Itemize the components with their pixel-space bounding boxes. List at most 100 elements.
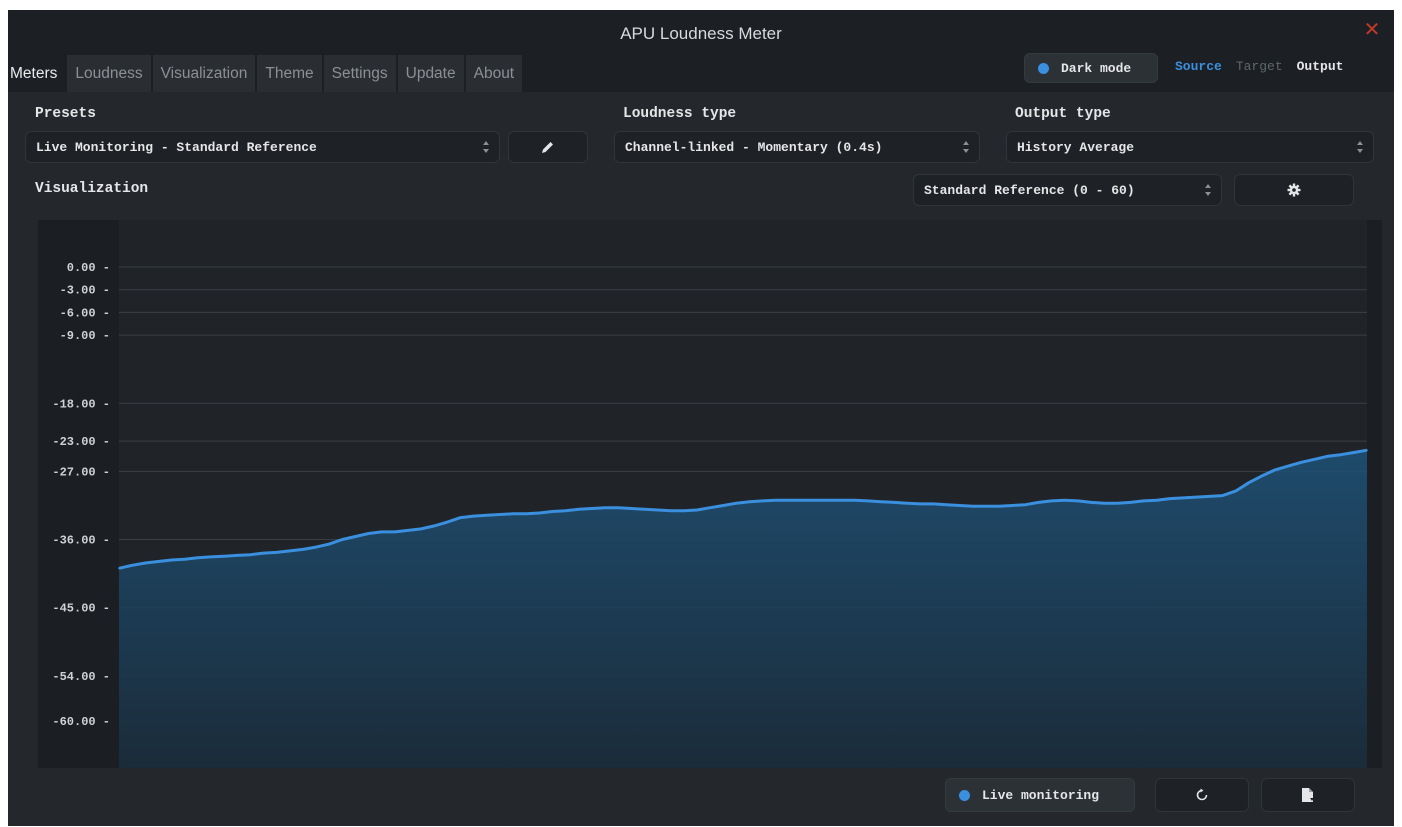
live-monitoring-indicator-icon (959, 789, 970, 801)
data-point (538, 512, 541, 514)
data-point (433, 525, 436, 527)
data-point (656, 509, 659, 511)
y-tick-label: -45.00 - (52, 602, 110, 616)
data-point (1037, 501, 1040, 504)
data-point (1142, 500, 1145, 502)
data-point (210, 556, 212, 558)
data-point (630, 507, 633, 510)
data-point (709, 506, 711, 509)
export-button[interactable] (1261, 778, 1355, 812)
y-tick-label: -23.00 - (52, 435, 110, 449)
close-icon[interactable]: ✕ (1362, 20, 1382, 40)
loudness-type-value: Channel-linked - Momentary (0.4s) (625, 139, 883, 155)
live-monitoring-label: Live monitoring (982, 787, 1100, 803)
select-arrows-icon (1357, 141, 1363, 153)
data-point (867, 500, 869, 502)
data-point (1326, 455, 1329, 458)
data-point (367, 532, 370, 535)
select-arrows-icon (1205, 184, 1211, 196)
data-point (1300, 461, 1303, 464)
data-point (801, 499, 803, 502)
y-tick-label: 0.00 - (67, 261, 110, 275)
data-point (275, 551, 278, 554)
y-tick-label: -9.00 - (60, 329, 110, 343)
data-point (1024, 503, 1027, 506)
data-point (696, 509, 698, 511)
tab-update[interactable]: Update (397, 55, 464, 92)
data-point (1116, 502, 1119, 505)
data-point (880, 500, 882, 503)
data-point (669, 510, 672, 512)
data-point (289, 550, 291, 552)
data-point (1313, 458, 1316, 461)
data-point (827, 499, 830, 502)
data-point (788, 499, 790, 502)
data-point (1011, 504, 1014, 507)
visualization-settings-button[interactable] (1234, 174, 1354, 206)
data-point (394, 531, 396, 533)
data-point (1339, 453, 1342, 456)
app-window: APU Loudness Meter ✕ Meters Loudness Vis… (8, 10, 1394, 826)
view-mode-target[interactable]: Target (1236, 59, 1283, 74)
data-point (144, 562, 147, 564)
data-point (499, 513, 501, 516)
tab-settings[interactable]: Settings (323, 55, 396, 92)
output-type-label: Output type (1015, 106, 1111, 122)
data-point (683, 510, 685, 512)
data-point (170, 559, 173, 561)
data-point (1195, 496, 1197, 498)
data-point (249, 553, 252, 556)
data-point (972, 505, 974, 508)
tab-loudness[interactable]: Loudness (67, 55, 151, 92)
data-point (932, 503, 935, 505)
visualization-label: Visualization (35, 181, 149, 197)
data-point (985, 505, 987, 508)
dark-mode-toggle[interactable]: Dark mode (1024, 53, 1158, 83)
data-point (604, 506, 606, 509)
view-mode-output[interactable]: Output (1297, 59, 1344, 74)
data-point (1353, 451, 1355, 454)
data-point (118, 567, 120, 570)
chart-svg: 0.00 - -3.00 - -6.00 - -9.00 - -18.00 - -23.0… (52, 220, 1368, 768)
data-point (1261, 475, 1263, 477)
data-point (893, 501, 895, 504)
data-point (486, 514, 488, 517)
data-point (197, 556, 199, 559)
loudness-type-select[interactable]: Channel-linked - Momentary (0.4s) (614, 131, 980, 163)
y-tick-label: -6.00 - (60, 306, 110, 320)
data-point (906, 502, 908, 505)
data-point (814, 499, 817, 502)
data-point (459, 516, 462, 519)
loudness-history-chart: 0.00 - -3.00 - -6.00 - -9.00 - -18.00 - -23.0… (38, 220, 1382, 768)
tab-theme[interactable]: Theme (257, 55, 322, 92)
dark-mode-label: Dark mode (1061, 60, 1132, 76)
data-point (1274, 469, 1276, 471)
output-type-select[interactable]: History Average (1006, 131, 1374, 163)
y-tick-label: -3.00 - (60, 284, 110, 298)
data-point (446, 521, 449, 523)
gear-icon (1287, 183, 1301, 197)
data-point (183, 558, 186, 560)
tab-about[interactable]: About (465, 55, 523, 92)
view-mode-source[interactable]: Source (1175, 59, 1222, 74)
data-point (591, 507, 593, 510)
reset-button[interactable] (1155, 778, 1249, 812)
visualization-range-value: Standard Reference (0 - 60) (924, 182, 1135, 198)
edit-preset-button[interactable] (508, 131, 588, 163)
data-point (525, 513, 527, 515)
y-tick-label: -27.00 - (52, 465, 110, 479)
live-monitoring-toggle[interactable]: Live monitoring (945, 778, 1135, 812)
data-point (1077, 500, 1079, 502)
data-point (1221, 494, 1224, 497)
data-point (551, 510, 554, 513)
data-point (354, 535, 357, 538)
data-point (341, 538, 344, 541)
tab-visualization[interactable]: Visualization (152, 55, 256, 92)
visualization-range-select[interactable]: Standard Reference (0 - 60) (913, 174, 1222, 206)
data-point (1050, 500, 1053, 502)
select-arrows-icon (483, 141, 489, 153)
tab-meters[interactable]: Meters (8, 55, 65, 92)
refresh-icon (1196, 788, 1208, 801)
presets-select[interactable]: Live Monitoring - Standard Reference (25, 131, 500, 163)
data-point (735, 502, 738, 505)
